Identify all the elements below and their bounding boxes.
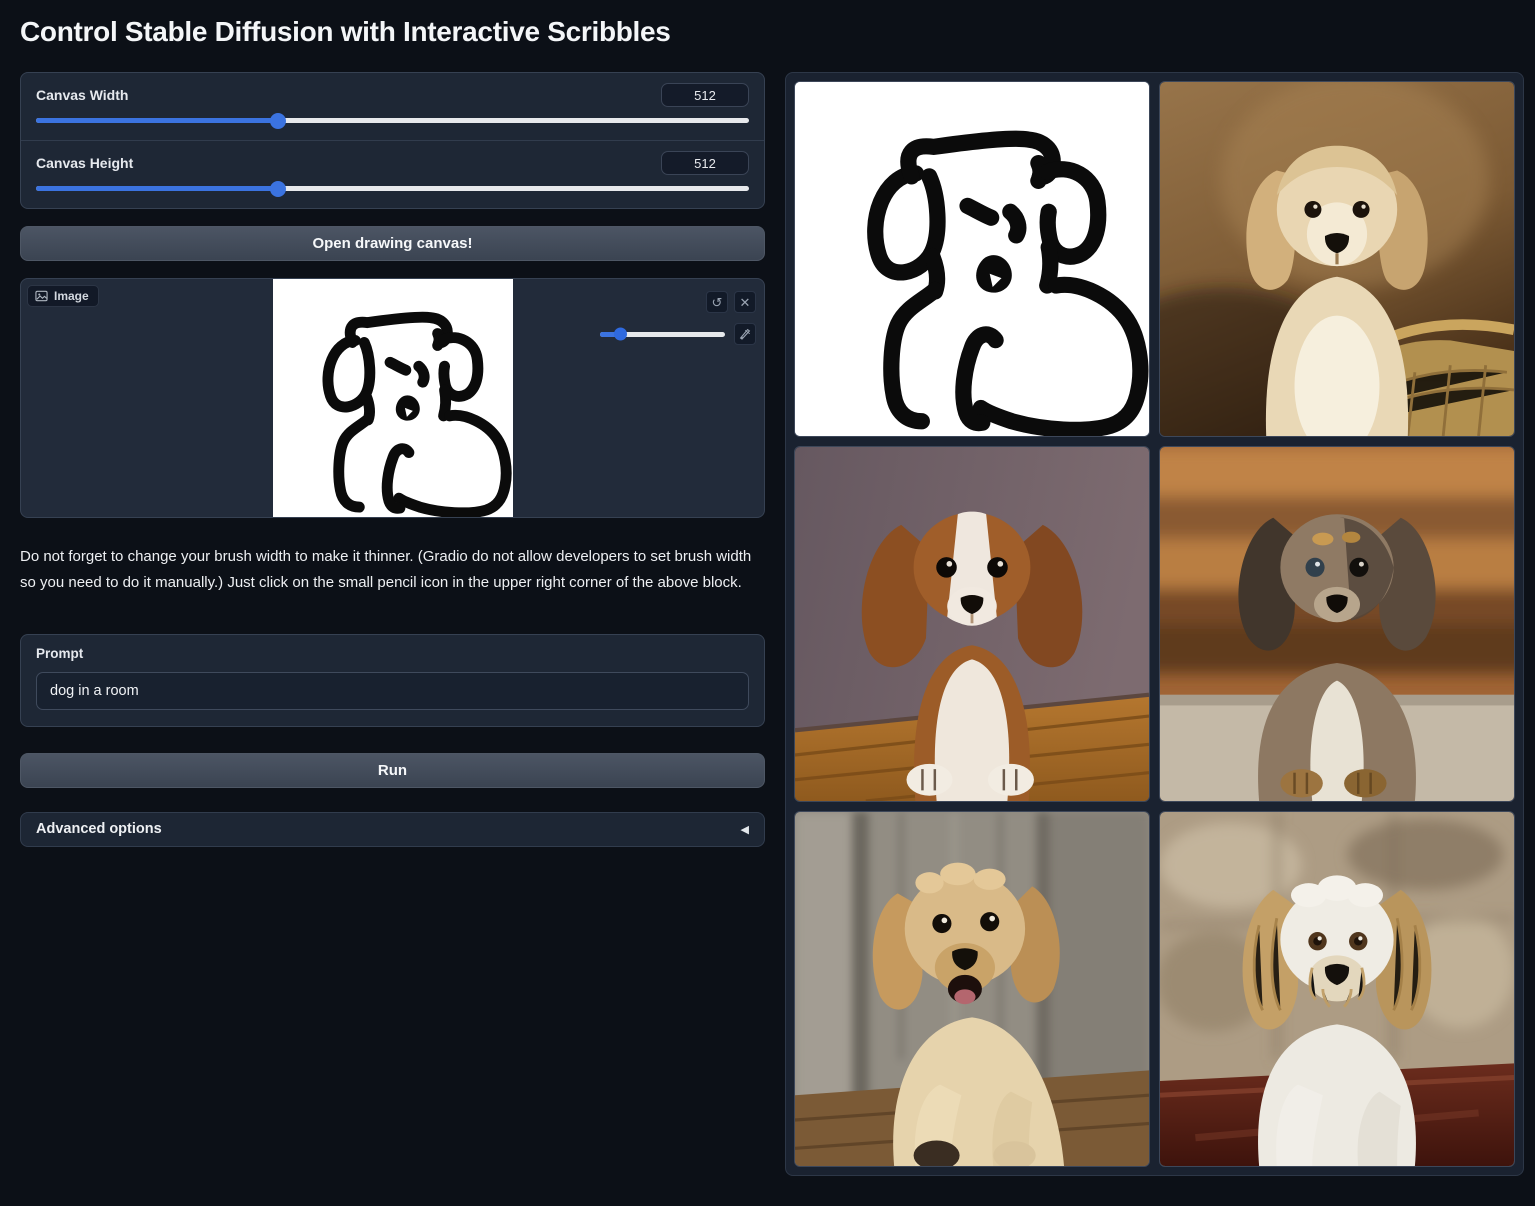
generated-dog-image-2 xyxy=(795,447,1149,801)
pencil-icon xyxy=(739,328,751,340)
close-icon: ✕ xyxy=(740,296,751,309)
canvas-height-label: Canvas Height xyxy=(36,155,133,171)
brush-width-row xyxy=(600,323,756,345)
canvas-width-slider-row: Canvas Width 512 xyxy=(21,73,764,140)
generated-dog-image-4 xyxy=(795,812,1149,1166)
generated-dog-image-5 xyxy=(1160,812,1514,1166)
brush-width-tip: Do not forget to change your brush width… xyxy=(20,544,765,597)
image-icon xyxy=(35,290,48,302)
generated-dog-image-3 xyxy=(1160,447,1514,801)
app-root: Control Stable Diffusion with Interactiv… xyxy=(0,0,1535,1176)
slider-fill xyxy=(36,118,278,123)
prompt-input[interactable] xyxy=(36,672,749,710)
run-button[interactable]: Run xyxy=(20,753,765,788)
canvas-height-slider[interactable] xyxy=(36,186,749,191)
accordion-collapsed-arrow: ◀ xyxy=(741,823,749,836)
editor-corner-buttons: ↺ ✕ xyxy=(706,291,756,313)
image-editor-block[interactable]: Image ↺ ✕ xyxy=(20,278,765,518)
slider-thumb[interactable] xyxy=(614,328,627,341)
canvas-width-value[interactable]: 512 xyxy=(661,83,749,107)
page-title: Control Stable Diffusion with Interactiv… xyxy=(20,16,1515,48)
prompt-panel: Prompt xyxy=(20,634,765,727)
canvas-height-slider-row: Canvas Height 512 xyxy=(21,140,764,208)
gallery-item-dog-3[interactable] xyxy=(1159,446,1515,802)
undo-button[interactable]: ↺ xyxy=(706,291,728,313)
canvas-width-label: Canvas Width xyxy=(36,87,128,103)
gallery-item-scribble[interactable] xyxy=(794,81,1150,437)
left-column: Canvas Width 512 Canvas Height 512 xyxy=(20,72,765,847)
canvas-height-value[interactable]: 512 xyxy=(661,151,749,175)
slider-thumb[interactable] xyxy=(270,181,286,197)
advanced-options-accordion[interactable]: Advanced options ◀ xyxy=(20,812,765,847)
main-layout: Canvas Width 512 Canvas Height 512 xyxy=(20,72,1515,1176)
scribble-dog-drawing xyxy=(273,279,513,517)
clear-button[interactable]: ✕ xyxy=(734,291,756,313)
brush-width-slider[interactable] xyxy=(600,332,725,337)
slider-fill xyxy=(36,186,278,191)
brush-pencil-button[interactable] xyxy=(734,323,756,345)
generated-dog-image-1 xyxy=(1160,82,1514,436)
undo-icon: ↺ xyxy=(712,296,723,309)
drawing-canvas[interactable] xyxy=(273,279,513,517)
gallery-item-dog-1[interactable] xyxy=(1159,81,1515,437)
advanced-options-label: Advanced options xyxy=(36,821,162,837)
gallery-item-dog-4[interactable] xyxy=(794,811,1150,1167)
gallery-item-dog-2[interactable] xyxy=(794,446,1150,802)
image-block-label: Image xyxy=(27,285,99,307)
canvas-width-slider[interactable] xyxy=(36,118,749,123)
gallery-item-dog-5[interactable] xyxy=(1159,811,1515,1167)
result-gallery xyxy=(785,72,1524,1176)
open-drawing-canvas-button[interactable]: Open drawing canvas! xyxy=(20,226,765,261)
scribble-dog-image xyxy=(795,82,1149,436)
slider-thumb[interactable] xyxy=(270,113,286,129)
prompt-label: Prompt xyxy=(36,646,749,661)
canvas-size-panel: Canvas Width 512 Canvas Height 512 xyxy=(20,72,765,209)
